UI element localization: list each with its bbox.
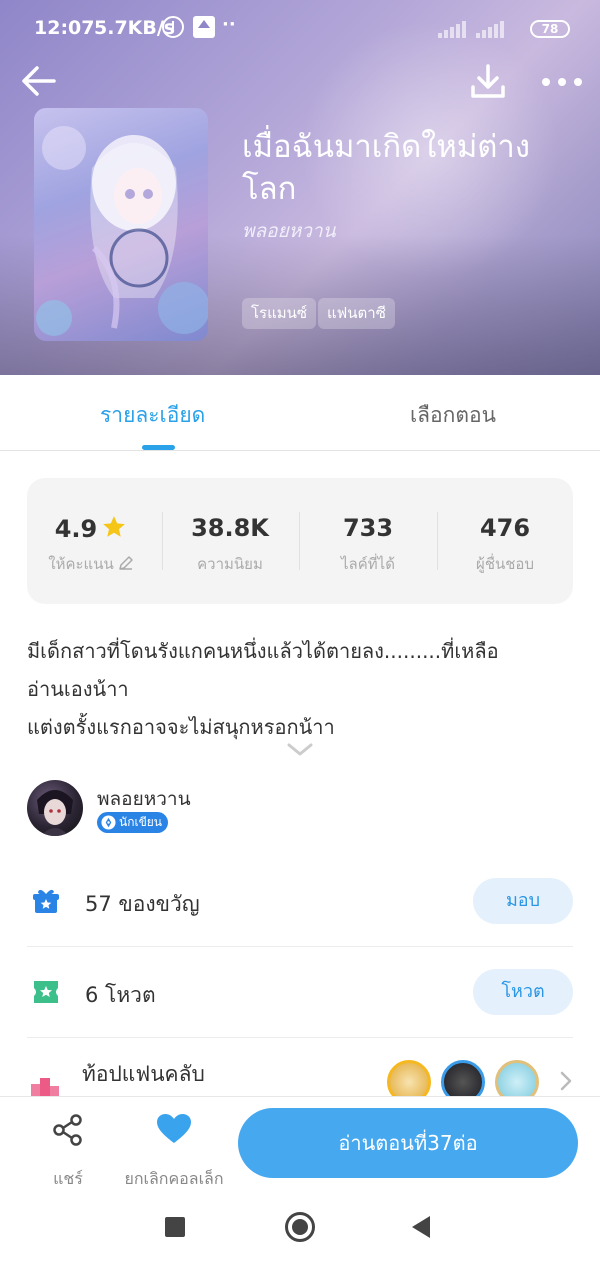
stat-likes: 733 ไลค์ที่ได้ xyxy=(299,478,437,604)
upload-icon xyxy=(193,16,215,38)
vote-row: 6 โหวต โหวต xyxy=(27,947,573,1038)
status-bar: 12:07 5.7KB/s ·· 78 xyxy=(0,0,600,56)
stats-panel: 4.9 ให้คะแนน 38.8K ความนิยม 733 ไลค์ที่ไ… xyxy=(27,478,573,604)
home-icon[interactable] xyxy=(285,1212,315,1242)
fan-avatar[interactable] xyxy=(495,1060,539,1096)
arrow-left-icon xyxy=(22,66,56,96)
system-nav-bar xyxy=(0,1188,600,1267)
tab-episodes[interactable]: เลือกตอน xyxy=(410,399,496,432)
chevron-right-icon xyxy=(560,1071,572,1091)
battery-indicator: 78 xyxy=(530,20,570,38)
recent-apps-icon[interactable] xyxy=(165,1217,185,1237)
author-avatar[interactable] xyxy=(27,780,83,836)
writer-badge-label: นักเขียน xyxy=(119,815,163,829)
more-dots-icon xyxy=(542,78,582,86)
fan-avatar[interactable] xyxy=(387,1060,431,1096)
download-icon xyxy=(471,64,505,98)
uncollect-button[interactable]: ยกเลิกคอลเล็ก xyxy=(118,1111,230,1188)
podium-icon xyxy=(31,1078,59,1096)
share-button[interactable]: แชร์ xyxy=(42,1111,94,1188)
description-line: แต่งตรั้งแรกอาจจะไม่สนุกหรอกน้าา xyxy=(27,715,335,739)
continue-reading-button[interactable]: อ่านตอนที่37ต่อ xyxy=(238,1108,578,1178)
cell-signal-icon xyxy=(438,20,468,38)
give-gift-button[interactable]: มอบ xyxy=(473,878,573,924)
gift-icon xyxy=(33,889,59,913)
stat-rating-value: 4.9 xyxy=(54,515,98,543)
novel-header: 12:07 5.7KB/s ·· 78 เมื่อฉันมาเกิดใหม่ต่… xyxy=(0,0,600,375)
novel-detail-page: 12:07 5.7KB/s ·· 78 เมื่อฉันมาเกิดใหม่ต่… xyxy=(0,0,600,1267)
active-tab-indicator xyxy=(142,445,175,450)
cell-signal-icon xyxy=(476,20,506,38)
cover-illustration xyxy=(36,126,208,336)
gift-row: 57 ของขวัญ มอบ xyxy=(27,856,573,947)
novel-description: มีเด็กสาวที่โดนรังแกคนหนึ่งแล้วได้ตายลง.… xyxy=(27,632,573,746)
gift-count: 57 ของขวัญ xyxy=(85,892,200,916)
star-icon xyxy=(103,516,126,537)
stat-fans-value: 476 xyxy=(479,514,531,542)
genre-tag-romance[interactable]: โรแมนซ์ xyxy=(242,298,317,329)
top-fanclub-row[interactable]: ท้อปแฟนคลับ xyxy=(27,1040,573,1096)
fan-avatar[interactable] xyxy=(441,1060,485,1096)
ticket-icon xyxy=(34,981,58,1003)
detail-tabs: รายละเอียด เลือกตอน xyxy=(0,375,600,451)
description-line: อ่านเองน้าา xyxy=(27,677,129,701)
stat-likes-label: ไลค์ที่ได้ xyxy=(341,555,395,573)
stat-rating-label: ให้คะแนน xyxy=(48,555,114,573)
writer-name[interactable]: พลอยหวาน xyxy=(97,784,191,814)
download-button[interactable] xyxy=(466,60,510,104)
writer-badge: นักเขียน xyxy=(97,812,169,833)
stat-likes-value: 733 xyxy=(342,514,394,542)
novel-author[interactable]: พลอยหวาน xyxy=(242,216,336,246)
novel-cover-image[interactable] xyxy=(34,108,208,341)
vote-button[interactable]: โหวต xyxy=(473,969,573,1015)
pencil-icon xyxy=(118,556,133,570)
share-icon xyxy=(53,1114,82,1146)
genre-tag-fantasy[interactable]: แฟนตาซี xyxy=(318,298,395,329)
nav-back-icon[interactable] xyxy=(412,1216,430,1238)
tab-details[interactable]: รายละเอียด xyxy=(100,399,205,432)
heart-icon xyxy=(157,1114,191,1143)
avatar-illustration xyxy=(37,790,73,836)
pen-nib-icon xyxy=(101,815,116,830)
fanclub-title: ท้อปแฟนคลับ xyxy=(82,1062,205,1086)
bottom-action-bar: แชร์ ยกเลิกคอลเล็ก อ่านตอนที่37ต่อ xyxy=(0,1096,600,1188)
vote-count: 6 โหวต xyxy=(85,983,156,1007)
description-line: มีเด็กสาวที่โดนรังแกคนหนึ่งแล้วได้ตายลง.… xyxy=(27,639,499,663)
stat-rating-label-row: ให้คะแนน xyxy=(27,552,155,576)
status-more-dots: ·· xyxy=(222,14,236,35)
stat-fans-label: ผู้ชื่นชอบ xyxy=(476,555,534,573)
stat-popularity-value: 38.8K xyxy=(191,514,269,542)
stat-fans: 476 ผู้ชื่นชอบ xyxy=(437,478,573,604)
status-time: 12:07 xyxy=(34,17,95,39)
stat-rating-value-row: 4.9 xyxy=(27,514,155,543)
alarm-icon xyxy=(162,16,184,38)
chevron-down-icon[interactable] xyxy=(286,742,314,758)
stat-popularity: 38.8K ความนิยม xyxy=(161,478,299,604)
stat-rating[interactable]: 4.9 ให้คะแนน xyxy=(27,478,155,604)
back-button[interactable] xyxy=(18,60,60,102)
more-options-button[interactable] xyxy=(538,60,586,104)
stat-popularity-label: ความนิยม xyxy=(197,555,263,573)
novel-title: เมื่อฉันมาเกิดใหม่ต่างโลก xyxy=(242,129,530,207)
